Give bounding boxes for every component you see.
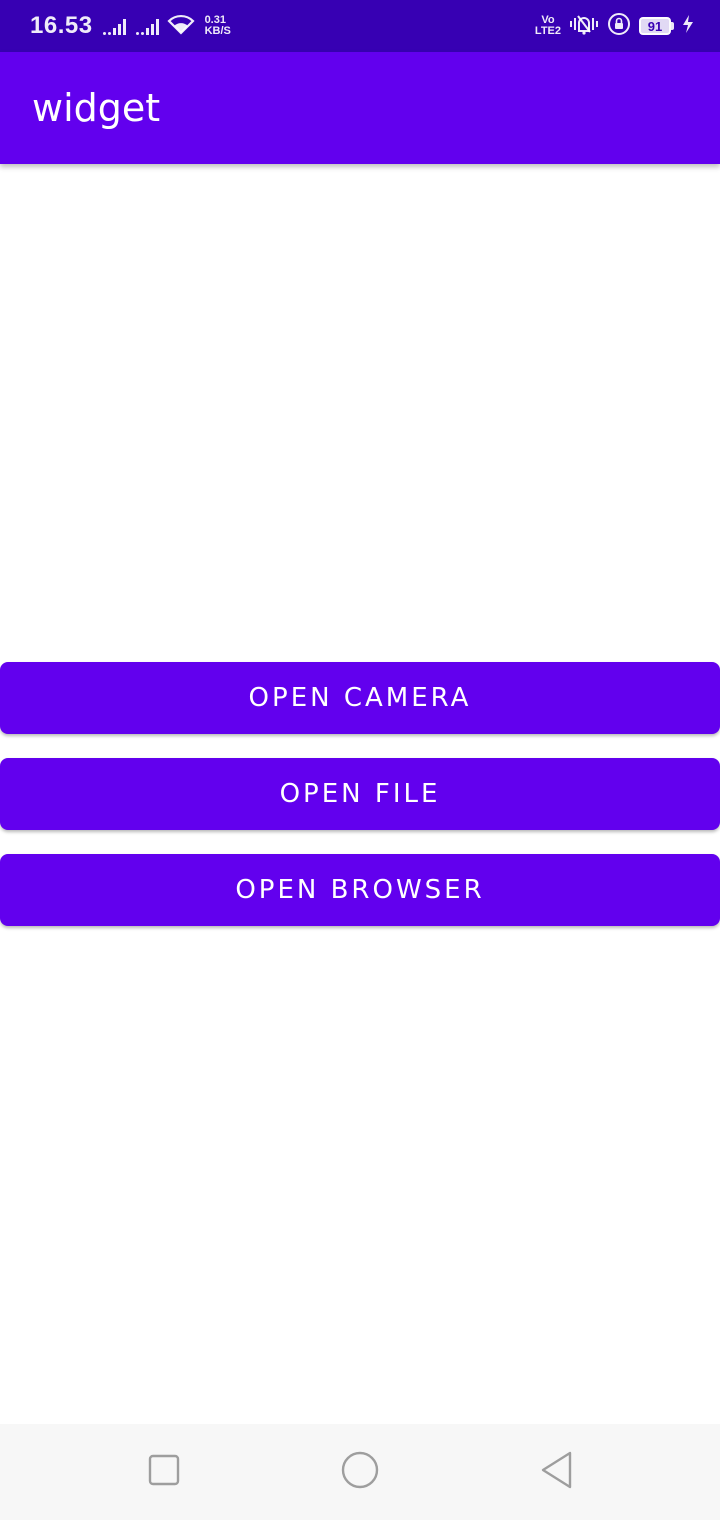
status-right: Vo LTE2 91 [535,0,694,52]
battery-level: 91 [639,17,671,35]
home-button[interactable] [300,1424,420,1520]
open-browser-button[interactable]: OPEN BROWSER [0,854,720,926]
charging-icon [682,14,694,39]
app-bar: widget [0,52,720,164]
battery-icon: 91 [639,17,674,35]
app-title: widget [32,86,161,130]
open-file-button[interactable]: OPEN FILE [0,758,720,830]
volte-indicator: Vo LTE2 [535,15,561,37]
open-camera-button[interactable]: OPEN CAMERA [0,662,720,734]
network-speed-unit: KB/S [204,25,231,37]
status-left: 16.53 0.31 KB/S [30,0,231,52]
network-speed: 0.31 KB/S [205,15,231,37]
signal-sim2-icon [135,17,159,35]
back-button[interactable] [496,1424,616,1520]
recents-button[interactable] [104,1424,224,1520]
signal-sim1-icon [102,17,126,35]
home-icon [340,1450,380,1495]
wifi-icon [167,13,195,40]
status-bar: 16.53 0.31 KB/S Vo LTE2 91 [0,0,720,52]
rotation-lock-icon [607,12,631,41]
recents-icon [147,1453,181,1492]
volte-bottom-text: LTE2 [534,25,561,37]
back-icon [538,1450,574,1495]
vibrate-icon [569,13,599,40]
status-time: 16.53 [30,12,93,39]
navigation-bar [0,1424,720,1520]
